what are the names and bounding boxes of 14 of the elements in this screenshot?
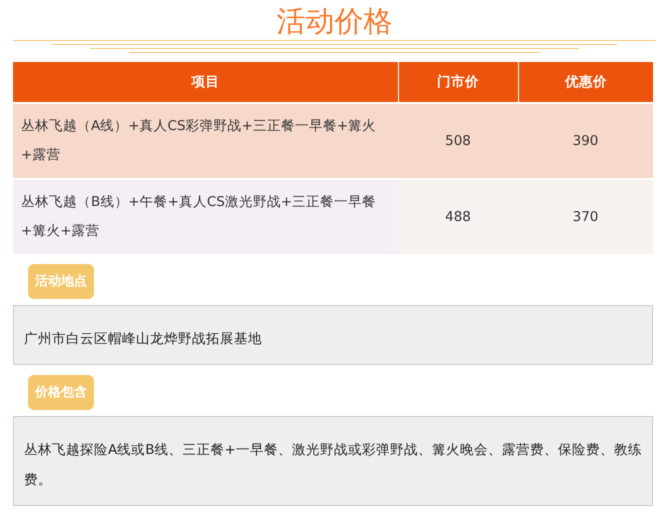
table-cell: 丛林飞越（A线）+真人CS彩弹野战+三正餐一早餐+篝火+露营 bbox=[13, 103, 398, 179]
table-cell: 508 bbox=[398, 103, 518, 179]
section-text: 丛林飞越探险A线或B线、三正餐+一早餐、激光野战或彩弹野战、篝火晚会、露营费、保险费、教练费。 bbox=[13, 416, 653, 506]
page-title: 活动价格 bbox=[276, 3, 394, 40]
table-cell: 丛林飞越（B线）+午餐+真人CS激光野战+三正餐一早餐+篝火+露营 bbox=[13, 179, 398, 254]
column-header: 优惠价 bbox=[518, 62, 653, 103]
section-label: 价格包含 bbox=[28, 375, 94, 410]
table-cell: 370 bbox=[518, 179, 653, 254]
section-text: 广州市白云区帽峰山龙烨野战拓展基地 bbox=[13, 305, 653, 365]
table-cell: 488 bbox=[398, 179, 518, 254]
column-header: 门市价 bbox=[398, 62, 518, 103]
section-label: 活动地点 bbox=[28, 264, 94, 299]
column-header: 项目 bbox=[13, 62, 398, 103]
table-cell: 390 bbox=[518, 103, 653, 179]
